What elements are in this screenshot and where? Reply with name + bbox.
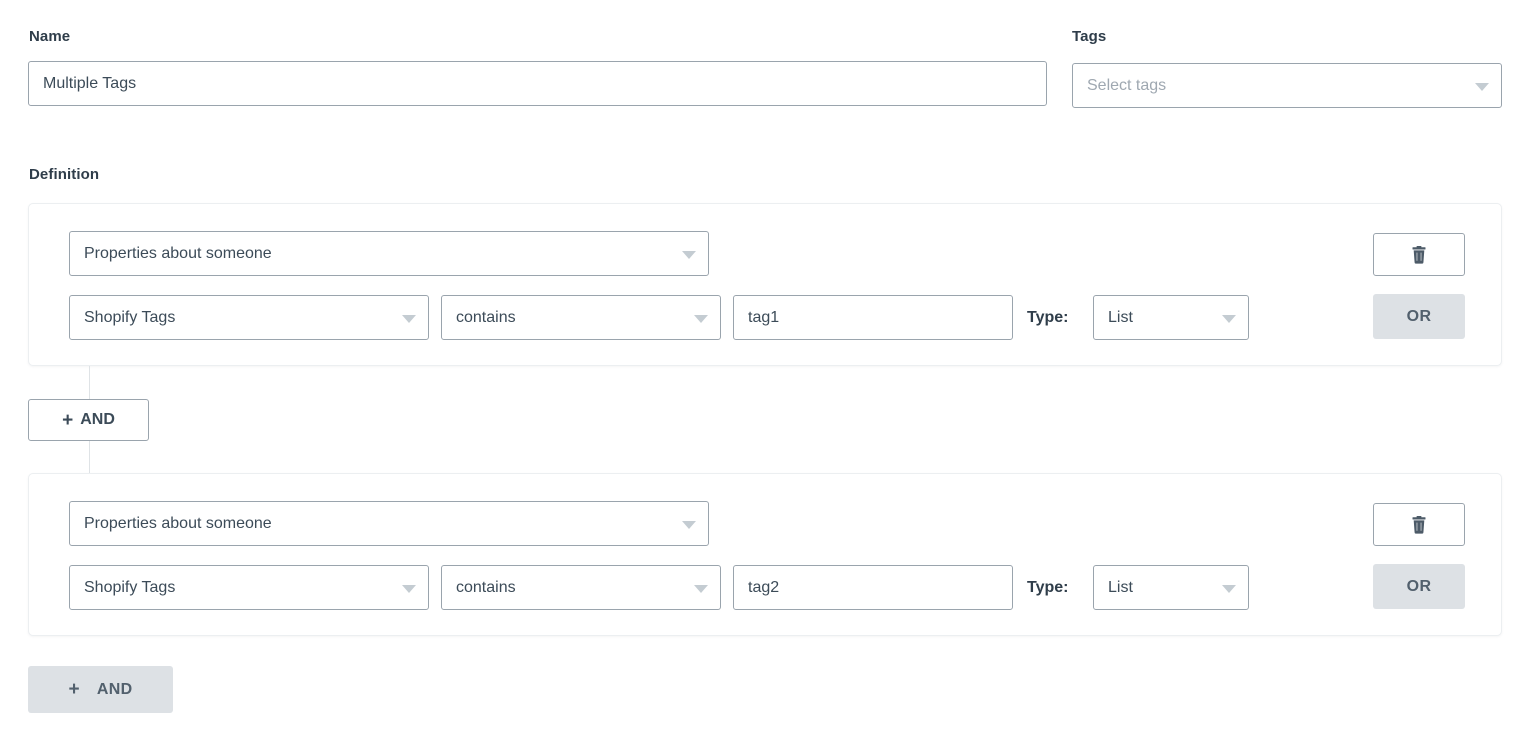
type-select[interactable]: List: [1093, 295, 1249, 340]
value-input-wrapper: [733, 565, 1013, 610]
trash-icon: [1411, 516, 1427, 534]
trash-icon: [1411, 246, 1427, 264]
chevron-down-icon: [694, 315, 708, 323]
and-connector-label: AND: [80, 411, 115, 429]
chevron-down-icon: [682, 521, 696, 529]
operator-select-wrapper: contains: [441, 295, 721, 340]
add-and-group-button[interactable]: + AND: [28, 666, 173, 713]
plus-icon: +: [62, 411, 73, 430]
value-input[interactable]: [733, 295, 1013, 340]
tags-select[interactable]: Select tags: [1072, 63, 1502, 108]
operator-select-value: contains: [456, 309, 516, 327]
type-select[interactable]: List: [1093, 565, 1249, 610]
tags-select-value: Select tags: [1087, 77, 1166, 95]
operator-select-value: contains: [456, 579, 516, 597]
delete-condition-button[interactable]: [1373, 233, 1465, 276]
subject-select-wrapper: Properties about someone: [69, 501, 709, 546]
subject-select[interactable]: Properties about someone: [69, 231, 709, 276]
operator-select[interactable]: contains: [441, 565, 721, 610]
value-input-wrapper: [733, 295, 1013, 340]
operator-select-wrapper: contains: [441, 565, 721, 610]
chevron-down-icon: [1475, 83, 1489, 91]
name-input[interactable]: [28, 61, 1047, 106]
subject-select-value: Properties about someone: [84, 515, 272, 533]
or-button[interactable]: OR: [1373, 564, 1465, 609]
add-and-label: AND: [97, 681, 133, 699]
property-select[interactable]: Shopify Tags: [69, 565, 429, 610]
type-select-value: List: [1108, 309, 1133, 327]
type-select-wrapper: List: [1093, 295, 1249, 340]
type-select-wrapper: List: [1093, 565, 1249, 610]
property-select-value: Shopify Tags: [84, 579, 175, 597]
delete-condition-button[interactable]: [1373, 503, 1465, 546]
property-select-wrapper: Shopify Tags: [69, 295, 429, 340]
condition-card: Properties about someone Shopify Tags co…: [28, 473, 1502, 636]
name-input-wrapper: [28, 61, 1047, 106]
type-label: Type:: [1027, 295, 1068, 340]
subject-select-value: Properties about someone: [84, 245, 272, 263]
name-label: Name: [29, 28, 70, 46]
property-select-wrapper: Shopify Tags: [69, 565, 429, 610]
tags-select-wrapper: Select tags: [1072, 63, 1502, 108]
type-label: Type:: [1027, 565, 1068, 610]
condition-card: Properties about someone Shopify Tags co…: [28, 203, 1502, 366]
chevron-down-icon: [1222, 585, 1236, 593]
chevron-down-icon: [402, 315, 416, 323]
chevron-down-icon: [682, 251, 696, 259]
chevron-down-icon: [402, 585, 416, 593]
subject-select[interactable]: Properties about someone: [69, 501, 709, 546]
subject-select-wrapper: Properties about someone: [69, 231, 709, 276]
property-select[interactable]: Shopify Tags: [69, 295, 429, 340]
definition-label: Definition: [29, 166, 99, 184]
tags-label: Tags: [1072, 28, 1106, 46]
chevron-down-icon: [694, 585, 708, 593]
plus-icon: +: [69, 680, 80, 699]
value-input[interactable]: [733, 565, 1013, 610]
chevron-down-icon: [1222, 315, 1236, 323]
or-button[interactable]: OR: [1373, 294, 1465, 339]
type-select-value: List: [1108, 579, 1133, 597]
add-and-connector-button[interactable]: + AND: [28, 399, 149, 441]
property-select-value: Shopify Tags: [84, 309, 175, 327]
operator-select[interactable]: contains: [441, 295, 721, 340]
